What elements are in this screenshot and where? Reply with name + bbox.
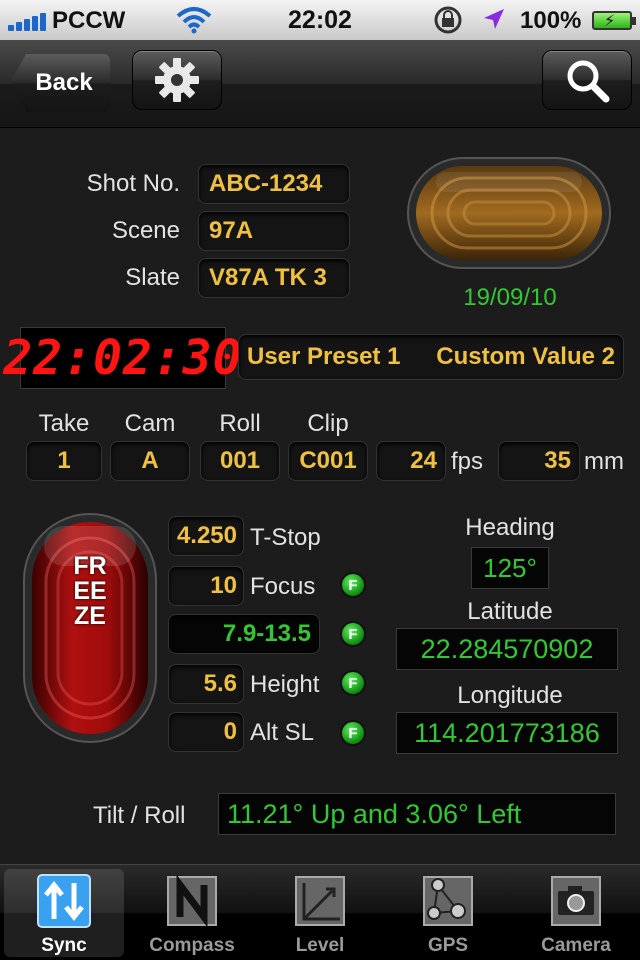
dof-f-badge[interactable]: F (340, 621, 366, 647)
tab-label-camera: Camera (541, 935, 611, 956)
tab-sync[interactable]: Sync (4, 869, 124, 957)
take-field[interactable]: 1 (26, 441, 102, 481)
user-preset-label[interactable]: User Preset 1 (247, 343, 400, 371)
timecode-display: 22:02:30 (3, 327, 242, 389)
fps-unit: fps (451, 448, 484, 475)
longitude-label: Longitude (457, 682, 563, 709)
roll-label: Roll (219, 410, 261, 437)
shot-no-label: Shot No. (86, 170, 180, 197)
battery-icon: ⚡ (592, 11, 636, 30)
preset-bar[interactable]: User Preset 1 Custom Value 2 (238, 334, 624, 380)
take-label: Take (38, 410, 90, 437)
latitude-label: Latitude (467, 598, 553, 625)
tab-compass[interactable]: Compass (132, 869, 252, 957)
alt-sl-field[interactable]: 0 (168, 712, 244, 752)
tilt-roll-value: 11.21° Up and 3.06° Left (218, 793, 616, 835)
back-button[interactable]: Back (10, 54, 110, 112)
tab-label-sync: Sync (41, 935, 87, 956)
clip-label: Clip (307, 410, 349, 437)
rotation-lock-icon (434, 6, 462, 34)
height-label: Height (250, 671, 320, 698)
tab-camera[interactable]: Camera (516, 869, 636, 957)
date-display: 19/09/10 (463, 284, 557, 311)
sync-icon (37, 874, 91, 928)
compass-icon (167, 874, 217, 928)
heading-label: Heading (465, 514, 555, 541)
search-button[interactable] (542, 50, 632, 110)
gps-icon (423, 876, 473, 926)
search-icon (567, 60, 610, 103)
tab-bar: Sync Compass Level GPS Camera (0, 864, 640, 960)
tab-level[interactable]: Level (260, 869, 380, 957)
focus-f-badge[interactable]: F (340, 572, 366, 598)
cam-field[interactable]: A (110, 441, 190, 481)
freeze-label: FREEZE (73, 552, 107, 630)
scene-label: Scene (111, 217, 180, 244)
navigation-bar: Back (0, 40, 640, 128)
shot-no-field[interactable]: ABC-1234 (198, 164, 350, 204)
depth-of-field-field[interactable]: 7.9-13.5 (168, 614, 320, 654)
level-icon (295, 876, 345, 926)
lens-field[interactable]: 35 (498, 441, 580, 481)
focus-field[interactable]: 10 (168, 566, 244, 606)
tab-gps[interactable]: GPS (388, 869, 508, 957)
tab-label-gps: GPS (427, 935, 469, 956)
latitude-value: 22.284570902 (396, 628, 618, 670)
clip-field[interactable]: C001 (288, 441, 368, 481)
tab-label-compass: Compass (149, 935, 235, 956)
battery-percent: 100% (520, 7, 582, 34)
fps-field[interactable]: 24 (376, 441, 446, 481)
camera-icon (551, 876, 601, 926)
tab-label-level: Level (295, 935, 345, 956)
longitude-value: 114.201773186 (396, 712, 618, 754)
scene-field[interactable]: 97A (198, 211, 350, 251)
tstop-label: T-Stop (250, 524, 321, 551)
focus-label: Focus (250, 573, 316, 600)
slate-label: Slate (125, 264, 180, 291)
height-field[interactable]: 5.6 (168, 664, 244, 704)
status-bar: PCCW 22:02 100% ⚡ (0, 0, 640, 40)
heading-value: 125° (471, 547, 549, 589)
location-arrow-icon (484, 9, 504, 29)
lens-unit: mm (584, 448, 624, 475)
tstop-field[interactable]: 4.250 (168, 516, 244, 556)
cam-label: Cam (124, 410, 176, 437)
alt-sl-label: Alt SL (250, 719, 315, 746)
sync-clap-button[interactable] (406, 156, 612, 270)
alt-sl-f-badge[interactable]: F (340, 720, 366, 746)
tilt-roll-label: Tilt / Roll (93, 802, 186, 829)
slate-field[interactable]: V87A TK 3 (198, 258, 350, 298)
roll-field[interactable]: 001 (200, 441, 280, 481)
settings-button[interactable] (132, 50, 222, 110)
gear-icon (155, 58, 199, 102)
custom-value-label[interactable]: Custom Value 2 (436, 343, 615, 371)
height-f-badge[interactable]: F (340, 670, 366, 696)
